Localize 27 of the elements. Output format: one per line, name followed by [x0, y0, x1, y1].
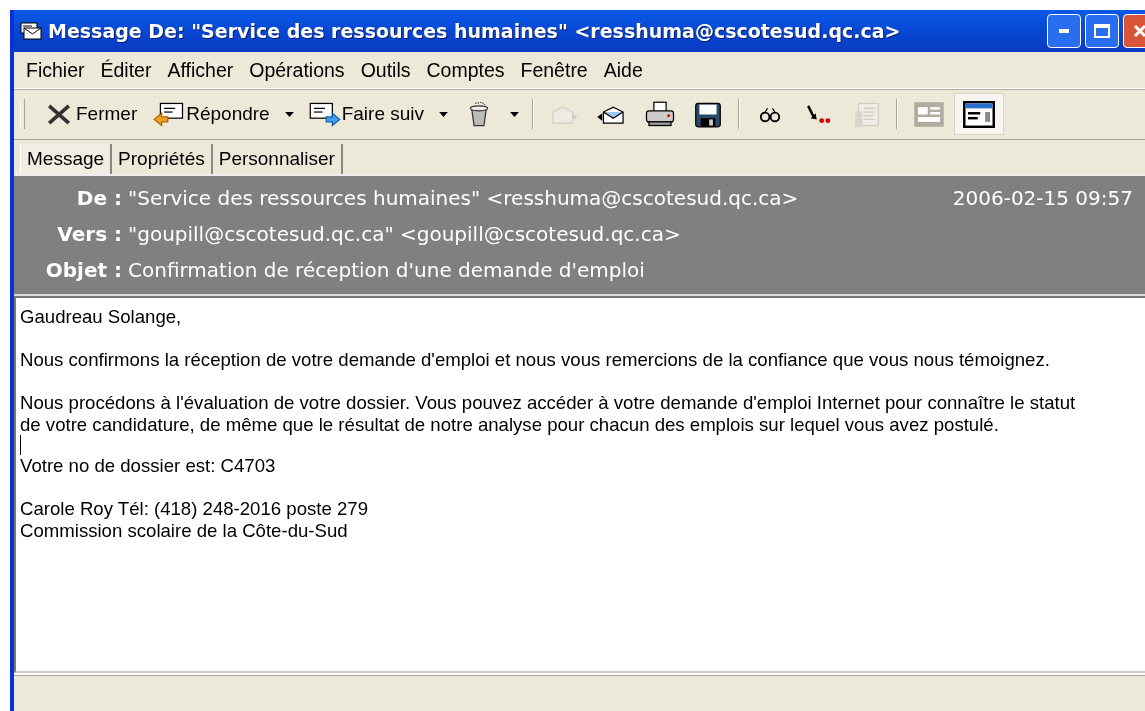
- body-text: de votre candidature, de même que le résultat de notre analyse pour chacun des emplois sur lequel vous avez postulé.: [20, 413, 1000, 435]
- toolbar-button[interactable]: Fermer: [35, 93, 146, 135]
- body-text: Votre no de dossier est: C4703: [20, 455, 277, 477]
- header-label: Objet :: [44, 258, 123, 282]
- toolbar-button[interactable]: Répondre: [145, 93, 278, 135]
- menu-item[interactable]: Opérations: [241, 58, 353, 82]
- menu-item[interactable]: Aide: [595, 58, 651, 82]
- header-value: "goupill@cscotesud.qc.ca" <goupill@cscotesud.qc.ca>: [128, 222, 681, 246]
- body-text: Nous confirmons la réception de votre demande d'emploi et nous vous remercions de la confiance que vous nous témoignez.: [20, 349, 1051, 371]
- header-value: Confirmation de réception d'une demande d'emploi: [128, 258, 645, 282]
- message-date: 2006-02-15 09:57: [952, 186, 1133, 210]
- header-label: De :: [75, 186, 123, 210]
- body-text: Gaudreau Solange,: [20, 306, 183, 328]
- menu-item[interactable]: Éditer: [92, 58, 160, 82]
- header-value: "Service des ressources humaines" <resshuma@cscotesud.qc.ca>: [128, 186, 799, 210]
- window-title: Message De: "Service des ressources humaines" <resshuma@cscotesud.qc.ca>: [48, 20, 901, 42]
- header-label: Vers :: [56, 222, 123, 246]
- body-text: Carole Roy Tél: (418) 248-2016 poste 279: [20, 498, 369, 520]
- menu-item[interactable]: Afficher: [159, 58, 242, 82]
- body-text: Commission scolaire de la Côte-du-Sud: [20, 519, 349, 541]
- menu-item[interactable]: Outils: [352, 58, 419, 82]
- toolbar-button[interactable]: Faire suiv: [300, 93, 433, 135]
- menu-item[interactable]: Fenêtre: [512, 58, 596, 82]
- menu-item[interactable]: Comptes: [418, 58, 513, 82]
- menu-item[interactable]: Fichier: [18, 58, 93, 82]
- tab[interactable]: Message: [20, 144, 113, 174]
- body-text: Nous procédons à l'évaluation de votre dossier. Vous pouvez accéder à votre demande d'emploi Internet pour connaître le statut: [20, 392, 1077, 414]
